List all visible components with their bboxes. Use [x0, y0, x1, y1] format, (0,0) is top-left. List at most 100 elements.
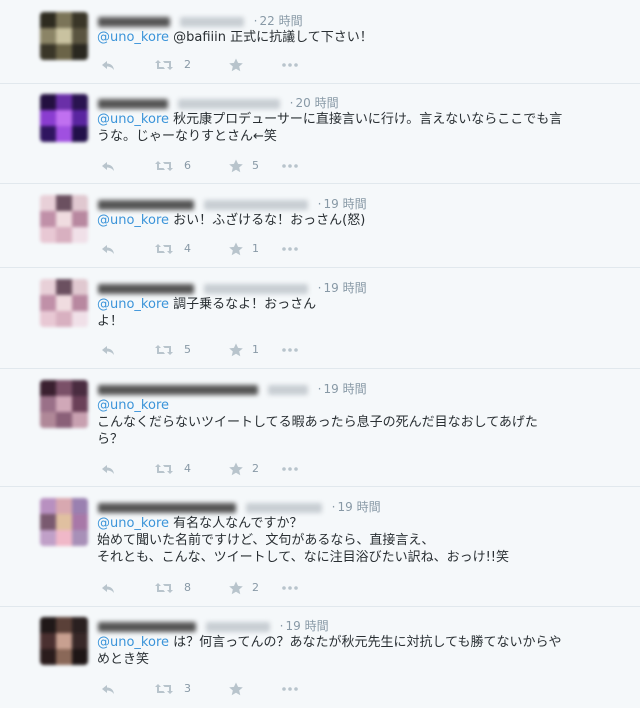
timestamp[interactable]: 19 時間 [285, 619, 328, 633]
avatar[interactable] [40, 279, 88, 327]
reply-button[interactable] [100, 241, 120, 257]
display-name[interactable] [98, 502, 236, 513]
more-button[interactable] [280, 158, 302, 174]
tweet-header: · 19 時間 [98, 195, 367, 211]
retweet-button[interactable]: 4 [154, 241, 194, 257]
tweet-header: · 19 時間 [98, 617, 329, 633]
timestamp[interactable]: 19 時間 [323, 382, 366, 396]
separator-dot: · [253, 14, 258, 28]
more-button[interactable] [280, 57, 302, 73]
tweet: · 19 時間 @uno_kore は？何言ってんの？あなたが秋元先生に対抗しても… [0, 607, 640, 708]
tweet-text: @uno_kore こんなくだらないツイートしてる暇あったら息子の死んだ目なおし… [97, 397, 632, 448]
username[interactable] [267, 384, 308, 395]
display-name[interactable] [98, 98, 168, 109]
favorite-button[interactable] [228, 57, 268, 73]
avatar[interactable] [40, 617, 88, 665]
tweet-text: @uno_kore 調子乗るなよ！おっさん よ！ [97, 296, 632, 330]
username[interactable] [179, 16, 244, 27]
reply-button[interactable] [100, 342, 120, 358]
retweet-button[interactable]: 4 [154, 461, 194, 477]
star-icon [229, 343, 243, 357]
reply-button[interactable] [100, 461, 120, 477]
tweet-header: · 19 時間 [98, 279, 367, 295]
avatar[interactable] [40, 12, 88, 60]
reply-icon [102, 346, 114, 355]
avatar[interactable] [40, 380, 88, 428]
favorite-button[interactable] [228, 681, 268, 697]
mention-link[interactable]: @uno_kore [97, 30, 169, 45]
mention-link[interactable]: @uno_kore [97, 213, 169, 228]
more-button[interactable] [280, 342, 302, 358]
more-button[interactable] [280, 681, 302, 697]
mention-link[interactable]: @uno_kore [97, 297, 169, 312]
favorite-count: 1 [252, 343, 259, 356]
mention-link[interactable]: @uno_kore [97, 112, 169, 127]
favorite-count: 5 [252, 159, 259, 172]
favorite-button[interactable]: 1 [228, 342, 268, 358]
retweet-icon [155, 244, 173, 254]
tweet: · 19 時間 @uno_kore こんなくだらないツイートしてる暇あったら息子の… [0, 369, 640, 487]
favorite-button[interactable]: 2 [228, 580, 268, 596]
retweet-count: 4 [184, 462, 191, 475]
more-button[interactable] [280, 241, 302, 257]
tweet-text: @uno_kore おい！ふざけるな！おっさん(怒) [97, 212, 632, 229]
display-name[interactable] [98, 199, 194, 210]
tweet: · 19 時間 @uno_kore おい！ふざけるな！おっさん(怒) 4 1 [0, 184, 640, 268]
mention-link[interactable]: @uno_kore [97, 516, 169, 531]
retweet-count: 3 [184, 682, 191, 695]
display-name[interactable] [98, 384, 258, 395]
tweet-body: おい！ふざけるな！おっさん(怒) [169, 213, 366, 228]
separator-dot: · [317, 281, 322, 295]
avatar[interactable] [40, 195, 88, 243]
retweet-icon [155, 345, 173, 355]
reply-button[interactable] [100, 57, 120, 73]
timestamp[interactable]: 20 時間 [295, 96, 338, 110]
separator-dot: · [289, 96, 294, 110]
retweet-button[interactable]: 6 [154, 158, 194, 174]
display-name[interactable] [98, 283, 194, 294]
reply-icon [102, 61, 114, 70]
mention-link[interactable]: @uno_kore [97, 635, 169, 650]
reply-icon [102, 162, 114, 171]
timestamp[interactable]: 22 時間 [259, 14, 302, 28]
retweet-count: 2 [184, 58, 191, 71]
username[interactable] [203, 199, 308, 210]
timestamp[interactable]: 19 時間 [323, 281, 366, 295]
more-icon [282, 164, 298, 168]
more-icon [282, 687, 298, 691]
tweet-header: · 19 時間 [98, 498, 381, 514]
favorite-button[interactable]: 1 [228, 241, 268, 257]
more-button[interactable] [280, 580, 302, 596]
favorite-button[interactable]: 5 [228, 158, 268, 174]
reply-button[interactable] [100, 681, 120, 697]
username[interactable] [203, 283, 308, 294]
more-button[interactable] [280, 461, 302, 477]
username[interactable] [245, 502, 322, 513]
favorite-count: 2 [252, 462, 259, 475]
favorite-count: 1 [252, 242, 259, 255]
retweet-button[interactable]: 2 [154, 57, 194, 73]
retweet-icon [155, 464, 173, 474]
display-name[interactable] [98, 621, 196, 632]
favorite-button[interactable]: 2 [228, 461, 268, 477]
timestamp[interactable]: 19 時間 [323, 197, 366, 211]
retweet-button[interactable]: 8 [154, 580, 194, 596]
tweet-text: @uno_kore 有名な人なんですか？ 始めて聞いた名前ですけど、文句があるな… [97, 515, 632, 566]
avatar[interactable] [40, 94, 88, 142]
username[interactable] [205, 621, 270, 632]
tweet-header: · 19 時間 [98, 380, 367, 396]
reply-button[interactable] [100, 580, 120, 596]
avatar[interactable] [40, 498, 88, 546]
tweet: · 20 時間 @uno_kore 秋元康プロデューサーに直接言いに行け。言えない… [0, 84, 640, 184]
username[interactable] [177, 98, 280, 109]
mention-link[interactable]: @uno_kore [97, 398, 169, 413]
tweet-text: @uno_kore @bafiiin 正式に抗議して下さい！ [97, 29, 632, 46]
reply-icon [102, 465, 114, 474]
timestamp[interactable]: 19 時間 [337, 500, 380, 514]
retweet-icon [155, 60, 173, 70]
tweet-text: @uno_kore は？何言ってんの？あなたが秋元先生に対抗しても勝てないからや… [97, 634, 632, 668]
display-name[interactable] [98, 16, 170, 27]
retweet-button[interactable]: 3 [154, 681, 194, 697]
reply-button[interactable] [100, 158, 120, 174]
retweet-button[interactable]: 5 [154, 342, 194, 358]
